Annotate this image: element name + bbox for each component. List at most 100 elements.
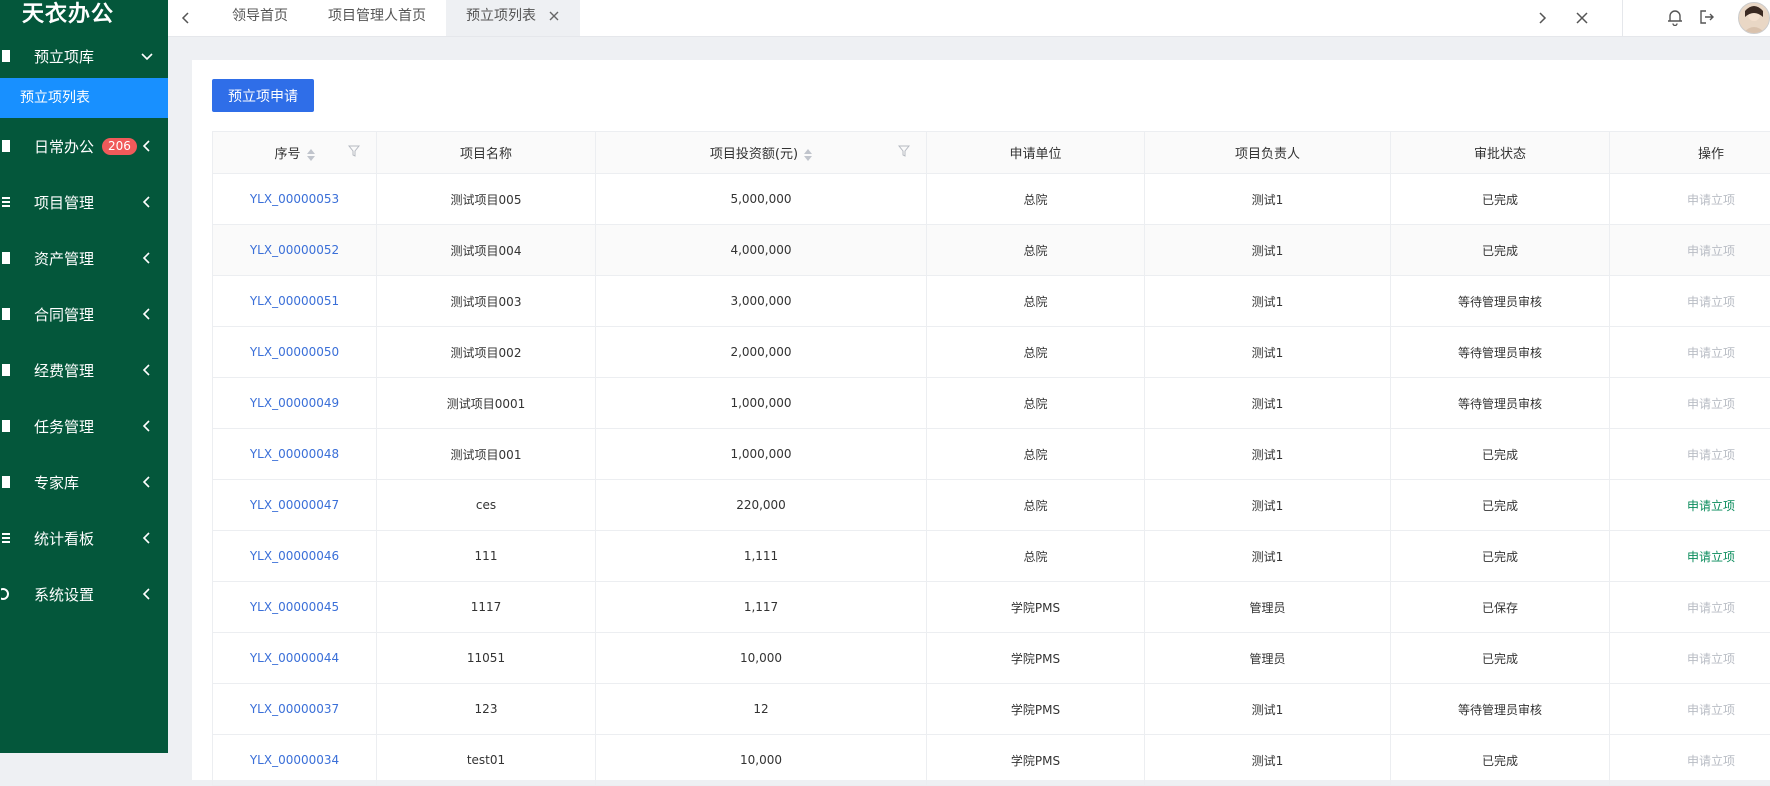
cell-id: YLX_00000037 [213, 684, 377, 735]
cell-amount-text: 3,000,000 [730, 294, 791, 308]
tabs-scroll-right-button[interactable] [1524, 0, 1560, 36]
sidebar-item-label: 合同管理 [34, 304, 94, 325]
filter-icon[interactable] [348, 145, 360, 157]
project-id-link[interactable]: YLX_00000048 [250, 447, 339, 461]
apply-project-link[interactable]: 申请立项 [1687, 550, 1735, 564]
cell-unit-text: 学院PMS [1011, 703, 1060, 717]
project-id-link[interactable]: YLX_00000051 [250, 294, 339, 308]
cell-unit: 学院PMS [927, 684, 1145, 735]
content-panel: 预立项申请 序号 项目名称 项目投资额(元) 申请单位 项目负责人 审批状态 操… [192, 60, 1770, 780]
sidebar-item-task-management[interactable]: 任务管理 [0, 398, 168, 454]
col-header-seq[interactable]: 序号 [213, 132, 377, 174]
close-icon [1575, 11, 1589, 25]
sidebar: 天衣办公 预立项库 预立项列表 日常办公 206 项目管理 资产管理 合同管理 … [0, 0, 168, 753]
tab-leader-home[interactable]: 领导首页 [212, 0, 308, 36]
logout-button[interactable] [1690, 0, 1724, 34]
cell-leader: 测试1 [1145, 327, 1391, 378]
sidebar-item-expert-library[interactable]: 专家库 [0, 454, 168, 510]
cell-leader-text: 测试1 [1252, 244, 1284, 258]
sidebar-item-contract-management[interactable]: 合同管理 [0, 286, 168, 342]
chevron-left-icon [140, 307, 154, 321]
col-header-status: 审批状态 [1391, 132, 1610, 174]
cell-leader-text: 测试1 [1252, 550, 1284, 564]
cell-leader: 测试1 [1145, 225, 1391, 276]
sidebar-item-project-management[interactable]: 项目管理 [0, 174, 168, 230]
cell-status: 已完成 [1391, 633, 1610, 684]
sidebar-item-label: 专家库 [34, 472, 79, 493]
cell-leader-text: 测试1 [1252, 754, 1284, 768]
cell-leader: 管理员 [1145, 633, 1391, 684]
notification-bell-button[interactable] [1658, 0, 1692, 34]
cell-amount: 10,000 [596, 735, 927, 786]
close-icon[interactable] [548, 2, 560, 34]
cell-status-text: 已完成 [1482, 754, 1518, 768]
cell-op: 申请立项 [1610, 429, 1770, 480]
cell-name-text: ces [476, 498, 496, 512]
sidebar-item-asset-management[interactable]: 资产管理 [0, 230, 168, 286]
cell-status-text: 等待管理员审核 [1458, 703, 1542, 717]
project-id-link[interactable]: YLX_00000049 [250, 396, 339, 410]
chevron-left-icon [179, 11, 193, 25]
avatar[interactable] [1738, 2, 1770, 34]
col-header-unit: 申请单位 [927, 132, 1145, 174]
project-id-link[interactable]: YLX_00000037 [250, 702, 339, 716]
cell-amount: 12 [596, 684, 927, 735]
project-id-link[interactable]: YLX_00000034 [250, 753, 339, 767]
tab-label: 预立项列表 [466, 8, 536, 24]
cell-leader-text: 测试1 [1252, 448, 1284, 462]
table-row: YLX_00000053测试项目0055,000,000总院测试1已完成申请立项 [213, 174, 1770, 225]
cell-amount-text: 1,000,000 [730, 396, 791, 410]
cell-status-text: 已完成 [1482, 652, 1518, 666]
chevron-left-icon [140, 475, 154, 489]
project-id-link[interactable]: YLX_00000050 [250, 345, 339, 359]
cell-amount: 1,117 [596, 582, 927, 633]
project-id-link[interactable]: YLX_00000046 [250, 549, 339, 563]
apply-project-link[interactable]: 申请立项 [1687, 499, 1735, 513]
sidebar-item-daily-office[interactable]: 日常办公 206 [0, 118, 168, 174]
preproject-apply-button[interactable]: 预立项申请 [212, 79, 314, 112]
cell-id: YLX_00000052 [213, 225, 377, 276]
project-id-link[interactable]: YLX_00000052 [250, 243, 339, 257]
apply-project-link: 申请立项 [1687, 652, 1735, 666]
cell-id: YLX_00000044 [213, 633, 377, 684]
close-all-tabs-button[interactable] [1564, 0, 1600, 36]
chevron-left-icon [140, 363, 154, 377]
cell-leader-text: 测试1 [1252, 193, 1284, 207]
list-icon [0, 530, 12, 546]
chevron-left-icon [140, 139, 154, 153]
cell-name: 测试项目002 [377, 327, 596, 378]
table-row: YLX_00000050测试项目0022,000,000总院测试1等待管理员审核… [213, 327, 1770, 378]
sidebar-item-preproject-library[interactable]: 预立项库 [0, 34, 168, 78]
filter-icon[interactable] [898, 145, 910, 157]
project-id-link[interactable]: YLX_00000053 [250, 192, 339, 206]
col-header-amount[interactable]: 项目投资额(元) [596, 132, 927, 174]
sidebar-subitem-preproject-list[interactable]: 预立项列表 [0, 78, 168, 118]
sidebar-item-statistics-board[interactable]: 统计看板 [0, 510, 168, 566]
cell-id: YLX_00000053 [213, 174, 377, 225]
cell-unit: 总院 [927, 480, 1145, 531]
table-row: YLX_00000051测试项目0033,000,000总院测试1等待管理员审核… [213, 276, 1770, 327]
sidebar-item-system-settings[interactable]: 系统设置 [0, 566, 168, 622]
sidebar-item-funding-management[interactable]: 经费管理 [0, 342, 168, 398]
project-id-link[interactable]: YLX_00000047 [250, 498, 339, 512]
sidebar-item-label: 资产管理 [34, 248, 94, 269]
cell-op: 申请立项 [1610, 225, 1770, 276]
book-icon [0, 250, 12, 266]
sort-icon[interactable] [804, 149, 812, 161]
cell-unit: 总院 [927, 378, 1145, 429]
cell-name: 测试项目001 [377, 429, 596, 480]
project-id-link[interactable]: YLX_00000045 [250, 600, 339, 614]
tab-preproject-list[interactable]: 预立项列表 [446, 0, 580, 36]
sort-icon[interactable] [307, 149, 315, 161]
cell-leader: 测试1 [1145, 480, 1391, 531]
cell-name: 测试项目003 [377, 276, 596, 327]
tab-project-manager-home[interactable]: 项目管理人首页 [308, 0, 446, 36]
cell-unit-text: 学院PMS [1011, 652, 1060, 666]
cell-name: 11051 [377, 633, 596, 684]
chevron-left-icon [140, 419, 154, 433]
sidebar-item-label: 预立项库 [34, 46, 94, 67]
project-id-link[interactable]: YLX_00000044 [250, 651, 339, 665]
tabs-scroll-left-button[interactable] [168, 0, 204, 36]
cell-id: YLX_00000050 [213, 327, 377, 378]
book-icon [0, 418, 12, 434]
